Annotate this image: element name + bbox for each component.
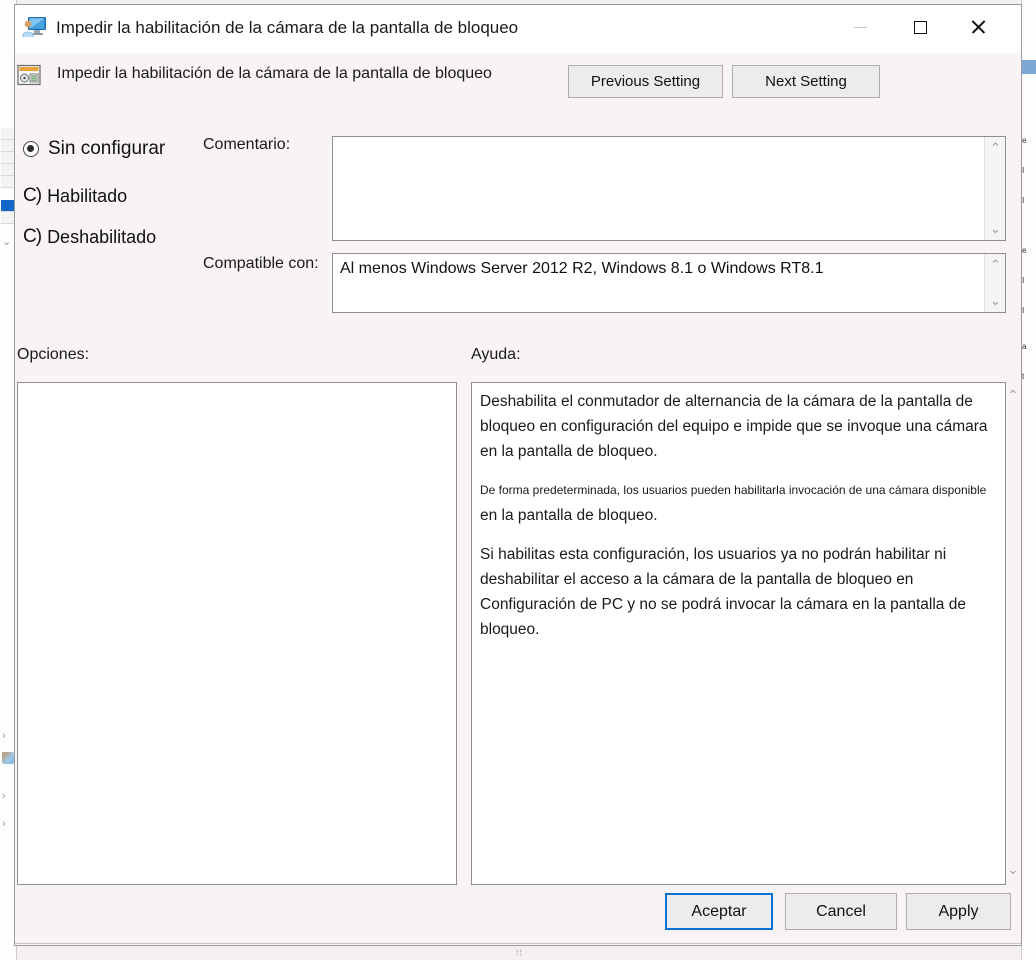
background-list-row [1, 152, 15, 164]
maximize-button[interactable] [897, 5, 943, 49]
background-window-right-edge: e I I e I I a t [1021, 0, 1036, 960]
supported-on-label: Compatible con: [203, 255, 319, 272]
background-list-row [1, 128, 15, 140]
user-avatar-icon [2, 752, 14, 764]
radio-not-configured[interactable]: Sin configurar [23, 136, 165, 162]
radio-enabled[interactable]: C) Habilitado [23, 183, 127, 209]
maximize-icon [913, 20, 927, 34]
help-scroll-up-icon[interactable]: ⌃ [1003, 386, 1023, 404]
comment-input[interactable]: ⌃ ⌄ [332, 136, 1006, 241]
apply-button[interactable]: Apply [906, 893, 1011, 930]
background-row-text: t [1022, 372, 1025, 381]
comment-scrollbar[interactable]: ⌃ ⌄ [984, 137, 1005, 240]
close-icon [970, 19, 986, 35]
options-label: Opciones: [17, 346, 90, 363]
background-row-text: e [1022, 136, 1027, 145]
setting-title: Impedir la habilitación de la cámara de … [57, 65, 492, 82]
comment-label: Comentario: [203, 136, 291, 153]
radio-selected-icon [23, 141, 39, 157]
supported-on-value: Al menos Windows Server 2012 R2, Windows… [340, 260, 824, 277]
chevron-right-icon: › [2, 730, 6, 742]
background-row-text: I [1022, 196, 1025, 205]
background-row-text: e [1022, 246, 1027, 255]
close-button[interactable] [955, 5, 1001, 49]
background-list-row [1, 140, 15, 152]
desktop-background: ⌄ › › › e I I e I I a t ⁞⁞ Impedir la ha… [0, 0, 1036, 960]
radio-disabled-label: Deshabilitado [47, 226, 157, 247]
background-list-row [1, 164, 15, 176]
scroll-down-icon[interactable]: ⌄ [985, 292, 1006, 310]
minimize-icon [853, 26, 867, 28]
footer-divider [15, 943, 1021, 944]
radio-disabled[interactable]: C) Deshabilitado [23, 224, 156, 250]
background-list-row-selected [1, 200, 15, 212]
radio-unselected-icon: C) [23, 226, 42, 247]
options-panel[interactable] [17, 382, 457, 885]
title-bar[interactable]: Impedir la habilitación de la cámara de … [15, 5, 1021, 53]
background-list-row [1, 212, 15, 224]
ok-button[interactable]: Aceptar [665, 893, 773, 930]
background-row-selected [1022, 60, 1036, 74]
previous-setting-button[interactable]: Previous Setting [568, 65, 723, 98]
supported-on-field[interactable]: Al menos Windows Server 2012 R2, Windows… [332, 253, 1006, 313]
background-row-text: I [1022, 166, 1025, 175]
radio-enabled-label: Habilitado [47, 185, 128, 206]
help-panel[interactable]: Deshabilita el conmutador de alternancia… [471, 382, 1006, 885]
scroll-down-icon[interactable]: ⌄ [985, 220, 1006, 238]
help-scroll-down-icon[interactable]: ⌄ [1003, 860, 1023, 878]
supported-on-scrollbar[interactable]: ⌃ ⌄ [984, 254, 1005, 312]
group-policy-setting-icon [17, 64, 41, 86]
background-list-row [1, 176, 15, 188]
cancel-button[interactable]: Cancel [785, 893, 897, 930]
policy-setting-dialog: Impedir la habilitación de la cámara de … [14, 4, 1022, 946]
help-paragraph: De forma predeterminada, los usuarios pu… [480, 483, 987, 524]
chevron-right-icon: › [2, 818, 6, 830]
background-row-text: I [1022, 306, 1025, 315]
background-window-resize-handle: ⁞⁞ [516, 948, 524, 958]
policy-user-monitor-icon [22, 17, 46, 37]
help-text: Deshabilita el conmutador de alternancia… [480, 389, 999, 656]
window-title: Impedir la habilitación de la cámara de … [56, 18, 519, 37]
chevron-down-icon: ⌄ [2, 236, 12, 248]
radio-not-configured-label: Sin configurar [48, 138, 166, 159]
help-paragraph: Si habilitas esta configuración, los usu… [480, 546, 966, 638]
background-row-text: I [1022, 276, 1025, 285]
help-label: Ayuda: [471, 346, 521, 363]
background-row-text: a [1022, 342, 1027, 351]
scroll-up-icon[interactable]: ⌃ [985, 256, 1006, 274]
next-setting-button[interactable]: Next Setting [732, 65, 880, 98]
minimize-button[interactable] [837, 5, 883, 49]
help-paragraph: Deshabilita el conmutador de alternancia… [480, 393, 988, 460]
radio-unselected-icon: C) [23, 185, 42, 206]
scroll-up-icon[interactable]: ⌃ [985, 139, 1006, 157]
chevron-right-icon: › [2, 790, 6, 802]
